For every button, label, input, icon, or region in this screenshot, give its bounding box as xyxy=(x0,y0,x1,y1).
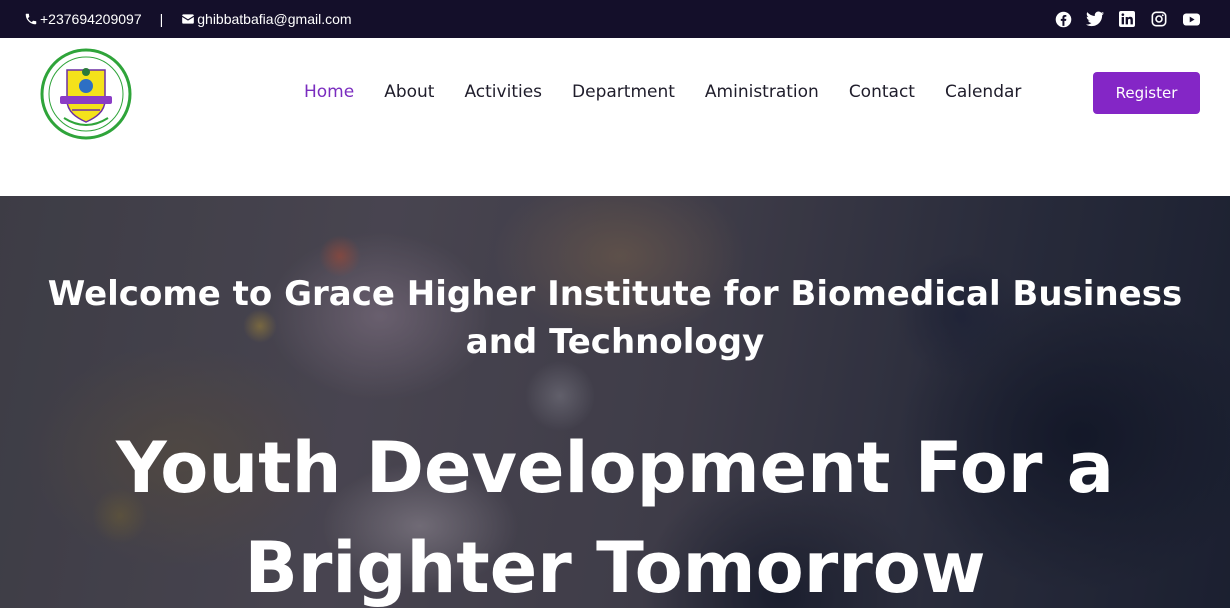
top-bar: +237694209097 | ghibbatbafia@gmail.com xyxy=(0,0,1230,38)
hero-banner: Welcome to Grace Higher Institute for Bi… xyxy=(0,196,1230,608)
email-contact[interactable]: ghibbatbafia@gmail.com xyxy=(181,11,352,27)
nav-item-activities[interactable]: Activities xyxy=(464,82,542,102)
nav-item-about[interactable]: About xyxy=(384,82,434,102)
logo-emblem xyxy=(40,48,132,140)
linkedin-icon[interactable] xyxy=(1118,10,1136,28)
nav-item-contact[interactable]: Contact xyxy=(849,82,915,102)
phone-number: +237694209097 xyxy=(40,11,142,27)
phone-contact[interactable]: +237694209097 xyxy=(24,11,142,27)
nav-item-calendar[interactable]: Calendar xyxy=(945,82,1021,102)
site-header: Home About Activities Department Aminist… xyxy=(0,38,1230,196)
phone-icon xyxy=(25,13,37,25)
email-address: ghibbatbafia@gmail.com xyxy=(197,11,352,27)
youtube-icon[interactable] xyxy=(1182,10,1200,28)
nav-item-home[interactable]: Home xyxy=(304,82,354,102)
register-button[interactable]: Register xyxy=(1093,72,1200,114)
contact-separator: | xyxy=(159,11,164,27)
hero-heading: Youth Development For a Brighter Tomorro… xyxy=(115,427,1114,608)
instagram-icon[interactable] xyxy=(1150,10,1168,28)
main-nav: Home About Activities Department Aminist… xyxy=(304,82,1051,102)
nav-item-administration[interactable]: Aministration xyxy=(705,82,819,102)
facebook-icon[interactable] xyxy=(1054,10,1072,28)
contact-info: +237694209097 | ghibbatbafia@gmail.com xyxy=(24,11,352,27)
nav-item-department[interactable]: Department xyxy=(572,82,675,102)
hero-title: Welcome to Grace Higher Institute for Bi… xyxy=(47,274,1183,362)
social-links xyxy=(1054,10,1200,28)
institute-logo[interactable] xyxy=(40,48,132,140)
twitter-icon[interactable] xyxy=(1086,10,1104,28)
envelope-icon xyxy=(182,14,195,24)
